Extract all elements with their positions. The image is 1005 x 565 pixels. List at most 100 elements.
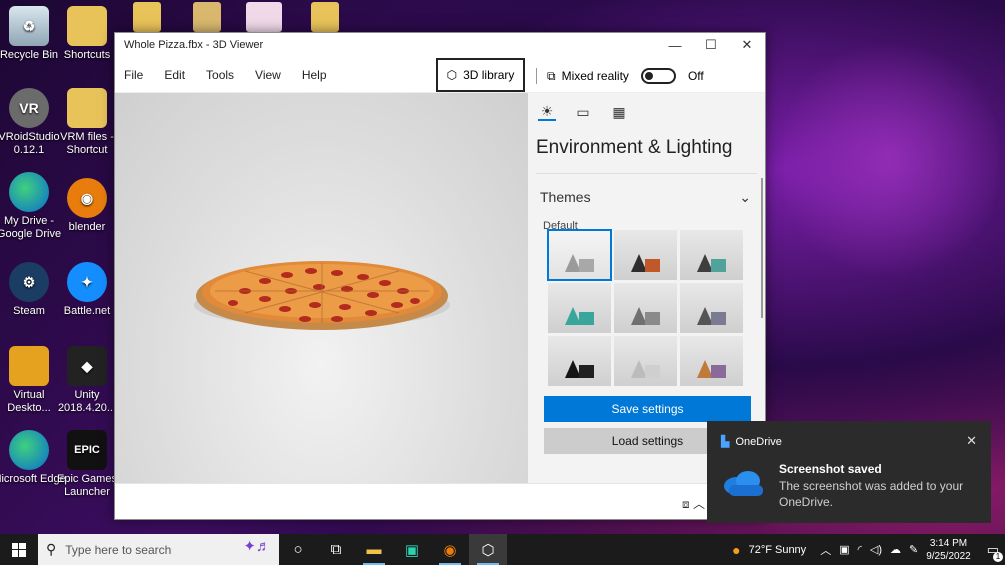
vroid-icon: VR (9, 88, 49, 128)
toast-close-icon[interactable]: ✕ (966, 433, 977, 449)
theme-swatch[interactable] (548, 283, 611, 333)
toast-title: Screenshot saved (779, 462, 882, 476)
windows-icon (12, 542, 26, 557)
3d-viewer-window: Whole Pizza.fbx - 3D Viewer — ☐ ✕ File E… (114, 32, 766, 520)
desktop-icon-epic-games[interactable]: EPIC Epic Games Launcher (50, 430, 124, 499)
lighting-tab-sun-icon[interactable]: ☀ (538, 103, 556, 121)
cortana-icon[interactable]: ○ (279, 534, 317, 565)
monitor-icon (9, 346, 49, 386)
wallpaper-glow (780, 30, 1000, 290)
weather-sun-icon: ● (732, 541, 741, 558)
theme-box-shape (579, 365, 594, 378)
edge-icon (9, 430, 49, 470)
blender-taskbar-icon[interactable]: ◉ (431, 534, 469, 565)
desktop-image-icon[interactable] (193, 2, 221, 32)
notification-count: 1 (993, 551, 1003, 562)
themes-label: Themes (540, 189, 591, 205)
desktop-folder-icon[interactable] (133, 2, 161, 32)
search-placeholder: Type here to search (65, 542, 172, 557)
theme-swatch[interactable] (547, 229, 612, 281)
pizza-model[interactable] (115, 93, 528, 483)
wifi-icon[interactable]: ◜ (858, 543, 862, 556)
tray-app-icon[interactable]: ▣ (839, 543, 849, 556)
notification-center-icon[interactable]: ▭ 1 (987, 542, 1003, 562)
theme-box-shape (711, 365, 726, 378)
theme-swatch[interactable] (680, 283, 743, 333)
desktop-icon-unity[interactable]: ◆ Unity 2018.4.20... (50, 346, 124, 415)
epic-games-icon: EPIC (67, 430, 107, 470)
3d-viewer-taskbar-icon[interactable]: ⬡ (469, 534, 507, 565)
theme-box-shape (579, 312, 594, 325)
desktop-icon-label: Battle.net (63, 305, 111, 317)
3d-library-button[interactable]: ⬡ 3D library (436, 58, 525, 92)
menu-file[interactable]: File (124, 68, 143, 82)
search-icon: ⚲ (46, 541, 57, 557)
theme-swatch[interactable] (548, 336, 611, 386)
blender-icon: ◉ (67, 178, 107, 218)
clock[interactable]: 3:14 PM 9/25/2022 (926, 537, 971, 563)
themes-section-header[interactable]: Themes ⌄ (528, 174, 765, 210)
panel-scrollbar[interactable] (761, 178, 763, 318)
desktop-icon-label: blender (68, 221, 106, 233)
mixed-reality-toggle[interactable] (640, 68, 676, 84)
desktop-avatar-icon[interactable] (246, 2, 282, 32)
file-explorer-icon[interactable]: ▬ (355, 534, 393, 565)
unity-icon: ◆ (67, 346, 107, 386)
task-view-icon[interactable]: ⧉ (317, 534, 355, 565)
desktop-icon-vrm-files[interactable]: VRM files - Shortcut (50, 88, 124, 157)
weather-text[interactable]: 72°F Sunny (749, 544, 807, 556)
desktop-icon-blender[interactable]: ◉ blender (50, 178, 124, 234)
desktop-icon-label: Virtual Deskto... (7, 389, 51, 414)
clock-time: 3:14 PM (929, 537, 968, 549)
mixed-reality-state: Off (687, 69, 704, 83)
chevron-up-icon[interactable]: ︿ (820, 542, 831, 558)
mixed-reality-label: Mixed reality (561, 69, 629, 83)
desktop-icon-label: Unity 2018.4.20... (57, 389, 117, 414)
menu-help[interactable]: Help (302, 68, 327, 82)
onedrive-small-icon: ▙ (721, 436, 730, 448)
mixed-reality-icon: ⧉ (547, 68, 556, 83)
toast-body: The screenshot was added to your OneDriv… (779, 479, 964, 509)
desktop-icon-label: Epic Games Launcher (57, 473, 117, 498)
onedrive-tray-icon[interactable]: ☁ (890, 543, 901, 556)
save-settings-button[interactable]: Save settings (544, 396, 751, 422)
theme-swatch[interactable] (614, 230, 677, 280)
desktop-icon-battlenet[interactable]: ✦ Battle.net (50, 262, 124, 318)
theme-box-shape (711, 259, 726, 272)
grid-tab-icon[interactable]: ▦ (610, 103, 628, 121)
menu-edit[interactable]: Edit (164, 68, 185, 82)
toast-app-name: OneDrive (735, 435, 782, 448)
maximize-button[interactable]: ☐ (693, 33, 729, 57)
theme-swatch[interactable] (680, 336, 743, 386)
onedrive-notification[interactable]: ▙ OneDrive ✕ Screenshot saved The screen… (707, 421, 991, 523)
clock-date: 9/25/2022 (926, 550, 971, 562)
stats-tab-icon[interactable]: ▭ (574, 103, 592, 121)
desktop-folder-icon[interactable] (311, 2, 339, 32)
theme-grid (547, 229, 743, 386)
minimize-button[interactable]: — (657, 33, 693, 57)
view-controls-icon[interactable]: ⧈ ︿ (682, 495, 705, 512)
menu-tools[interactable]: Tools (206, 68, 234, 82)
folder-icon (67, 88, 107, 128)
3d-viewport[interactable] (115, 93, 528, 483)
edge-icon (9, 172, 49, 212)
theme-swatch[interactable] (614, 336, 677, 386)
toast-header: ▙ OneDrive (721, 435, 782, 449)
desktop-icon-shortcuts[interactable]: Shortcuts (50, 6, 124, 62)
cube-icon: ⬡ (446, 68, 458, 82)
desktop-icon-label: Steam (13, 305, 45, 317)
status-bar: ⧈ ︿ (115, 483, 765, 519)
pen-icon[interactable]: ✎ (909, 543, 918, 556)
close-button[interactable]: ✕ (729, 33, 765, 57)
toolbar-divider (536, 68, 537, 84)
desktop-icon-label: VRM files - Shortcut (60, 131, 114, 156)
start-button[interactable] (0, 534, 38, 565)
title-bar: Whole Pizza.fbx - 3D Viewer — ☐ ✕ (115, 33, 765, 57)
volume-icon[interactable]: ◁) (870, 543, 882, 556)
folder-icon (67, 6, 107, 46)
theme-swatch[interactable] (614, 283, 677, 333)
app-icon[interactable]: ▣ (393, 534, 431, 565)
theme-swatch[interactable] (680, 230, 743, 280)
menu-view[interactable]: View (255, 68, 281, 82)
taskbar-search-box[interactable]: ⚲ Type here to search ✦♬ (38, 534, 279, 565)
